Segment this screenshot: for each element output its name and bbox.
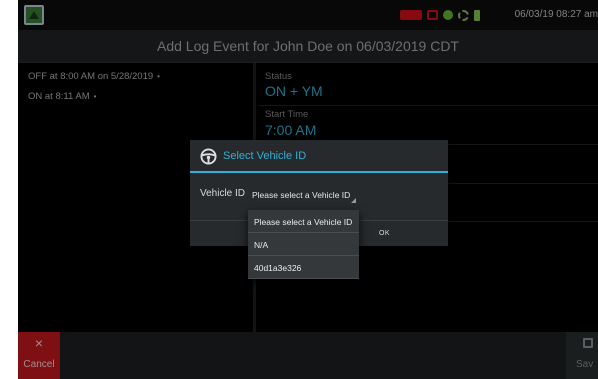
tablet-screen: 06/03/19 08:27 am Add Log Event for John… [18, 0, 598, 379]
dropdown-option[interactable]: 40d1a3e326 [248, 256, 359, 279]
dialog-title: Select Vehicle ID [223, 150, 307, 162]
vehicle-id-label: Vehicle ID [200, 188, 246, 199]
vehicle-id-dropdown: Please select a Vehicle ID N/A 40d1a3e32… [248, 210, 359, 279]
steering-wheel-icon [200, 148, 217, 165]
vehicle-id-selected: Please select a Vehicle ID [252, 190, 351, 200]
dialog-header: Select Vehicle ID [190, 140, 448, 173]
option-label: Please select a Vehicle ID [254, 217, 353, 227]
option-label: 40d1a3e326 [254, 263, 302, 273]
option-label: N/A [254, 240, 269, 250]
dropdown-arrow-icon [351, 198, 356, 203]
dropdown-option[interactable]: Please select a Vehicle ID [248, 210, 359, 233]
dropdown-option[interactable]: N/A [248, 233, 359, 256]
vehicle-id-select[interactable]: Please select a Vehicle ID [248, 184, 358, 206]
